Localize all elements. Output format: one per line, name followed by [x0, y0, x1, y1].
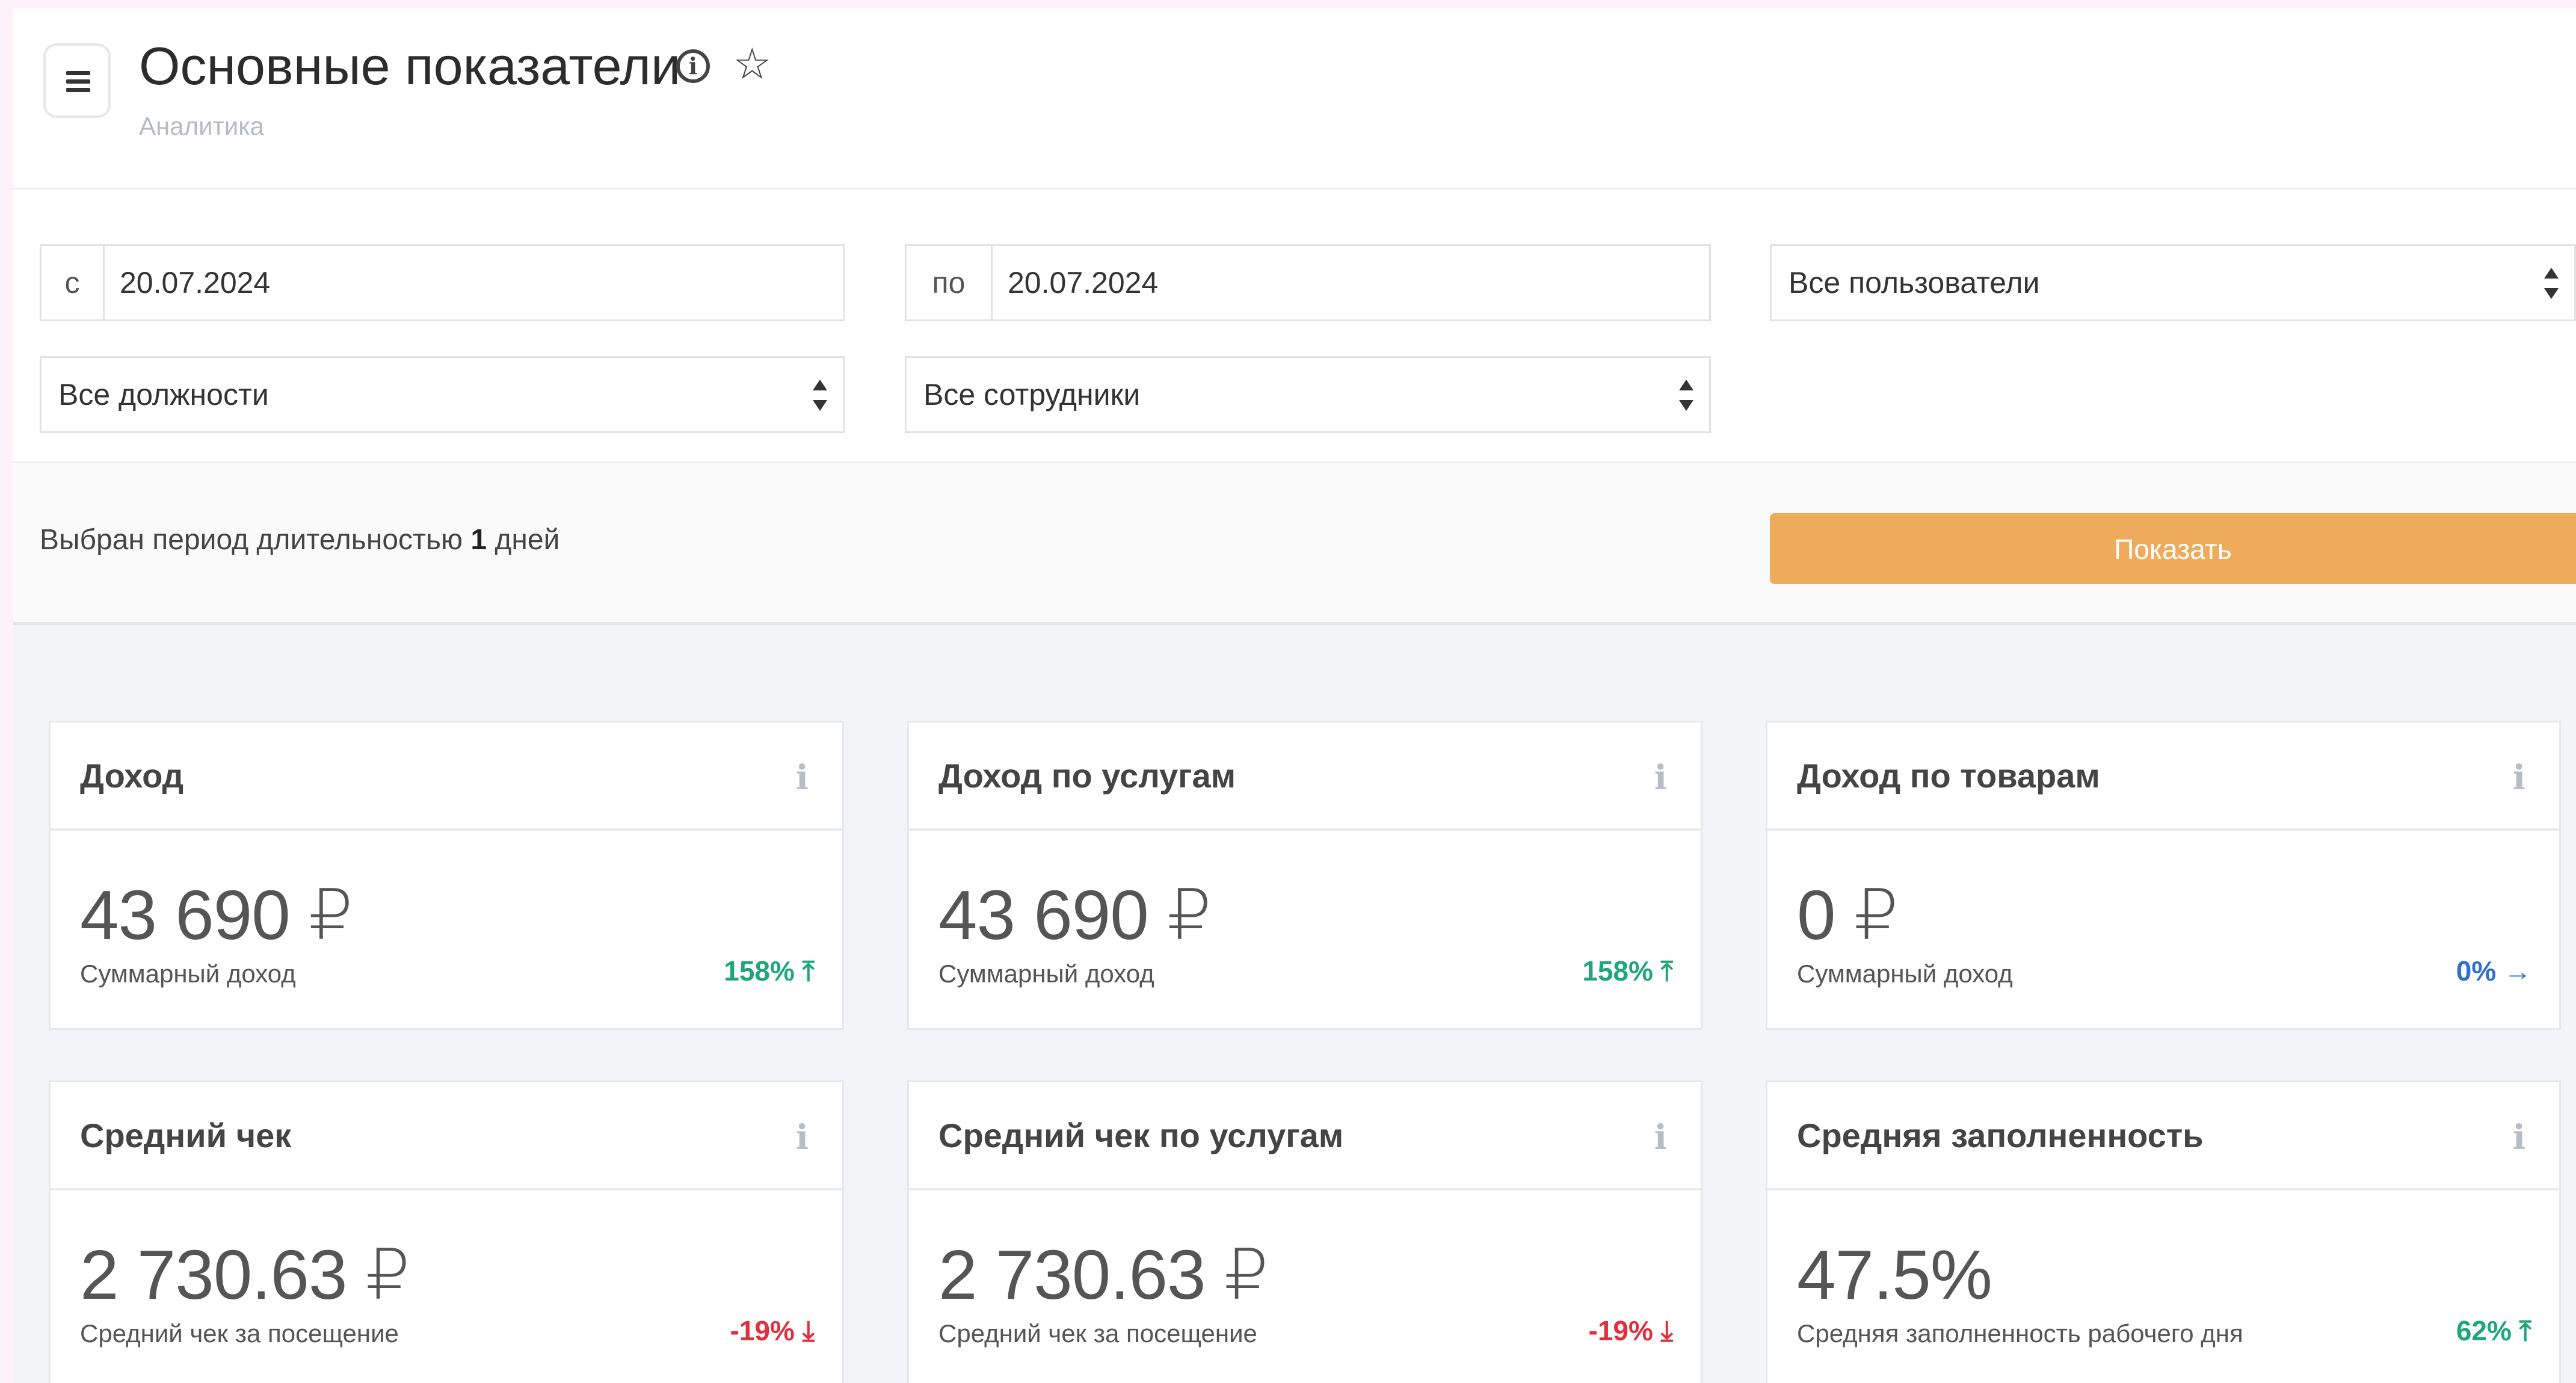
card-subtitle: Суммарный доход: [938, 959, 1154, 988]
page-header: Основные показатели i ☆ Аналитика: [13, 8, 2576, 189]
employees-select[interactable]: Все сотрудники: [905, 356, 1711, 433]
card-delta: -19% ⤓: [1588, 1315, 1674, 1346]
card-delta: 0% →: [2456, 955, 2531, 987]
metric-card-revenue: Доход i 43 690 ₽ Суммарный доход 158% ⤒: [49, 721, 844, 1030]
card-header: Средняя заполненность i: [1767, 1082, 2559, 1190]
info-icon[interactable]: i: [2513, 1120, 2525, 1156]
card-title: Средний чек по услугам: [938, 1117, 1344, 1154]
card-subtitle: Средний чек за посещение: [80, 1319, 399, 1348]
card-title: Доход по товарам: [1797, 757, 2100, 795]
breadcrumb[interactable]: Аналитика: [139, 112, 264, 141]
card-title: Средний чек: [80, 1117, 292, 1154]
filters-panel: с 20.07.2024 по 20.07.2024 Все пользоват…: [13, 189, 2576, 461]
analytics-page: Основные показатели i ☆ Аналитика с 20.0…: [13, 8, 2576, 1383]
card-delta: -19% ⤓: [730, 1315, 815, 1346]
date-from-input[interactable]: 20.07.2024: [120, 246, 270, 319]
card-value: 2 730.63 ₽: [80, 1236, 410, 1314]
card-header: Средний чек i: [51, 1082, 842, 1190]
card-subtitle: Средняя заполненность рабочего дня: [1797, 1319, 2243, 1348]
card-delta: 62% ⤒: [2456, 1315, 2531, 1346]
period-days: 1: [470, 524, 487, 556]
positions-select[interactable]: Все должности: [40, 356, 845, 433]
card-title: Доход: [80, 757, 184, 795]
info-icon[interactable]: i: [2513, 760, 2525, 796]
card-delta: 158% ⤒: [724, 955, 815, 987]
card-header: Доход по услугам i: [909, 722, 1701, 831]
date-to-prefix: по: [907, 246, 993, 319]
show-button[interactable]: Показать: [1770, 513, 2576, 584]
card-subtitle: Средний чек за посещение: [938, 1319, 1257, 1348]
card-subtitle: Суммарный доход: [1797, 959, 2013, 988]
date-to-input[interactable]: 20.07.2024: [1008, 246, 1158, 319]
info-icon[interactable]: i: [796, 1120, 809, 1156]
menu-toggle-button[interactable]: [43, 43, 111, 118]
hamburger-icon-bar: [66, 79, 90, 84]
card-value: 47.5%: [1797, 1236, 1992, 1314]
card-value: 43 690 ₽: [80, 876, 353, 954]
date-from-prefix: с: [42, 246, 105, 319]
info-icon[interactable]: i: [1654, 760, 1667, 796]
card-header: Доход по товарам i: [1767, 722, 2559, 831]
card-title: Средняя заполненность: [1797, 1117, 2204, 1154]
select-arrows-icon: [813, 380, 827, 411]
metric-card-goods-revenue: Доход по товарам i 0 ₽ Суммарный доход 0…: [1766, 721, 2561, 1030]
metric-card-average-check-services: Средний чек по услугам i 2 730.63 ₽ Сред…: [907, 1080, 1702, 1383]
card-value: 0 ₽: [1797, 876, 1899, 954]
star-icon[interactable]: ☆: [733, 40, 772, 88]
card-value: 2 730.63 ₽: [938, 1236, 1269, 1314]
metric-card-average-check: Средний чек i 2 730.63 ₽ Средний чек за …: [49, 1080, 844, 1383]
metric-card-average-occupancy: Средняя заполненность i 47.5% Средняя за…: [1766, 1080, 2561, 1383]
select-arrows-icon: [2544, 268, 2559, 299]
page-title: Основные показатели: [139, 36, 681, 96]
period-info: Выбран период длительностью 1 дней: [40, 523, 559, 556]
info-icon[interactable]: i: [796, 760, 809, 796]
hamburger-icon: [66, 71, 90, 75]
card-header: Средний чек по услугам i: [909, 1082, 1701, 1190]
card-header: Доход i: [51, 722, 842, 831]
info-icon[interactable]: i: [1654, 1120, 1667, 1156]
select-arrows-icon: [1679, 380, 1693, 411]
metric-card-services-revenue: Доход по услугам i 43 690 ₽ Суммарный до…: [907, 721, 1702, 1030]
card-title: Доход по услугам: [938, 757, 1236, 795]
users-select[interactable]: Все пользователи: [1770, 244, 2576, 321]
card-delta: 158% ⤒: [1582, 955, 1673, 987]
card-subtitle: Суммарный доход: [80, 959, 296, 988]
employees-select-value: Все сотрудники: [923, 378, 1141, 411]
period-text-before: Выбран период длительностью: [40, 524, 463, 556]
date-from-field[interactable]: с 20.07.2024: [40, 244, 845, 321]
positions-select-value: Все должности: [58, 378, 269, 411]
card-value: 43 690 ₽: [938, 876, 1212, 954]
hamburger-icon-bar: [66, 88, 90, 92]
period-bar: Выбран период длительностью 1 дней Показ…: [13, 461, 2576, 625]
info-icon[interactable]: i: [676, 49, 710, 83]
date-to-field[interactable]: по 20.07.2024: [905, 244, 1711, 321]
period-text-after: дней: [495, 524, 560, 556]
users-select-value: Все пользователи: [1789, 266, 2040, 300]
